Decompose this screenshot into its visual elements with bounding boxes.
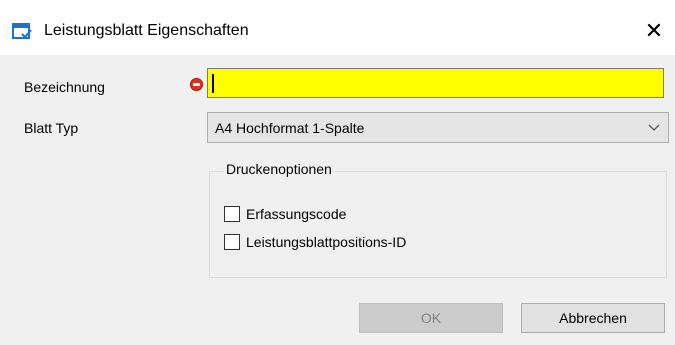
title-bar: Leistungsblatt Eigenschaften ✕ [0, 0, 675, 55]
checkbox-positions-id[interactable] [224, 234, 240, 250]
print-options-group [209, 171, 667, 278]
dialog-window: Leistungsblatt Eigenschaften ✕ Bezeichnu… [0, 0, 675, 345]
chevron-down-icon [648, 124, 660, 131]
sheet-type-value: A4 Hochformat 1-Spalte [215, 120, 365, 136]
checkbox-erfassungscode[interactable] [224, 206, 240, 222]
app-window-icon [12, 23, 32, 39]
error-minus-icon [190, 78, 203, 91]
sheet-type-select[interactable]: A4 Hochformat 1-Spalte [207, 112, 669, 143]
name-label: Bezeichnung [24, 79, 105, 95]
ok-button[interactable]: OK [359, 303, 503, 333]
print-options-legend: Druckenoptionen [224, 160, 334, 178]
text-caret [212, 74, 214, 93]
type-label: Blatt Typ [24, 120, 79, 136]
close-icon[interactable]: ✕ [640, 18, 668, 44]
name-input[interactable] [207, 68, 664, 98]
checkbox-label-positions-id[interactable]: Leistungsblattpositions-ID [246, 233, 406, 251]
checkbox-label-erfassungscode[interactable]: Erfassungscode [246, 205, 346, 223]
dialog-title: Leistungsblatt Eigenschaften [44, 22, 249, 39]
cancel-button[interactable]: Abbrechen [521, 303, 665, 333]
